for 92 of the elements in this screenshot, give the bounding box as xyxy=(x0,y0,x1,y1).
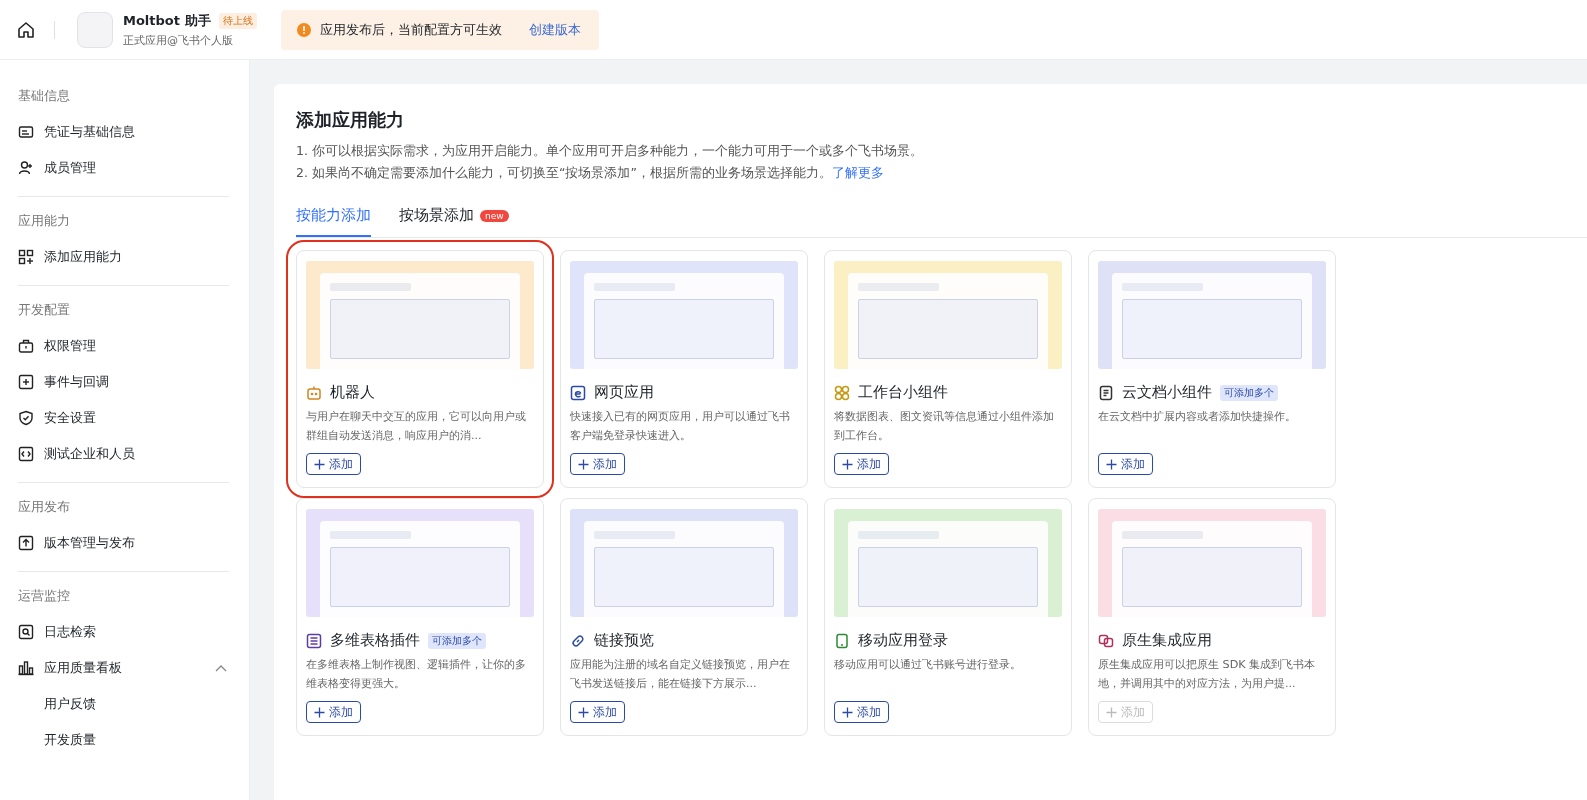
shield-icon xyxy=(18,410,34,426)
sidebar-item[interactable]: 凭证与基础信息 xyxy=(18,114,229,150)
sidebar-item[interactable]: 版本管理与发布 xyxy=(18,525,229,561)
search-icon xyxy=(18,624,34,640)
sidebar-item[interactable]: 事件与回调 xyxy=(18,364,229,400)
add-button[interactable]: 添加 xyxy=(570,453,625,475)
card-description: 在多维表格上制作视图、逻辑插件，让你的多维表格变得更强大。 xyxy=(306,657,527,692)
plus-icon xyxy=(1106,706,1117,718)
add-button[interactable]: 添加 xyxy=(306,701,361,723)
add-button[interactable]: 添加 xyxy=(570,701,625,723)
list-icon xyxy=(306,632,322,649)
card-description: 将数据图表、图文资讯等信息通过小组件添加到工作台。 xyxy=(834,409,1055,444)
app-logo-placeholder xyxy=(77,11,113,48)
window-stack-icon xyxy=(1098,632,1114,649)
card-description: 原生集成应用可以把原生 SDK 集成到飞书本地，并调用其中的对应方法，为用户提... xyxy=(1098,657,1317,692)
status-badge: 待上线 xyxy=(218,12,257,29)
sidebar-subitem[interactable]: 开发质量 xyxy=(18,722,229,758)
capability-card[interactable]: 工作台小组件 将数据图表、图文资讯等信息通过小组件添加到工作台。 添加 xyxy=(824,250,1072,488)
notice-text: 应用发布后，当前配置方可生效 xyxy=(319,20,502,39)
sidebar-item[interactable]: 添加应用能力 xyxy=(18,239,229,275)
card-description: 快速接入已有的网页应用，用户可以通过飞书客户端免登录快速进入。 xyxy=(570,409,791,444)
warning-icon xyxy=(296,22,311,37)
card-description: 与用户在聊天中交互的应用，它可以向用户或群组自动发送消息，响应用户的消... xyxy=(306,409,527,444)
add-button[interactable]: 添加 xyxy=(1098,453,1153,475)
tab[interactable]: 按能力添加 xyxy=(296,200,371,237)
plus-icon xyxy=(314,458,325,470)
sidebar-group-heading: 基础信息 xyxy=(18,87,71,105)
plus-icon xyxy=(314,706,325,718)
link-icon xyxy=(570,632,586,649)
sidebar-group-heading: 开发配置 xyxy=(18,301,71,319)
capability-card[interactable]: 云文档小组件 可添加多个 在云文档中扩展内容或者添加快捷操作。 添加 xyxy=(1088,250,1336,488)
phone-icon xyxy=(834,632,850,649)
sidebar-group-heading: 运营监控 xyxy=(18,587,71,605)
capability-card[interactable]: 链接预览 应用能为注册的域名自定义链接预览，用户在飞书发送链接后，能在链接下方展示... 添加 xyxy=(560,498,808,736)
sidebar-item[interactable]: 应用质量看板 xyxy=(18,650,229,686)
sidebar-item[interactable]: 日志检索 xyxy=(18,614,229,650)
card-title: 云文档小组件 xyxy=(1122,383,1212,402)
card-title: 移动应用登录 xyxy=(858,631,948,650)
tab[interactable]: 按场景添加 new xyxy=(399,200,509,237)
instruction-text: 1. 你可以根据实际需求，为应用开启能力。单个应用可开启多种能力，一个能力可用于一个或多个飞书场景。 xyxy=(296,142,924,160)
upload-icon xyxy=(18,535,34,551)
sidebar-group-heading: 应用能力 xyxy=(18,212,71,230)
sidebar-item[interactable]: 安全设置 xyxy=(18,400,229,436)
user-add-icon xyxy=(18,160,34,176)
card-title: 多维表格插件 xyxy=(330,631,420,650)
instruction-text: 2. 如果尚不确定需要添加什么能力，可切换至“按场景添加”，根据所需的业务场景选择能力。了解更多 xyxy=(296,164,885,182)
widget-grid-icon xyxy=(834,384,850,401)
card-title: 机器人 xyxy=(330,383,375,402)
add-button[interactable]: 添加 xyxy=(834,701,889,723)
code-icon xyxy=(18,446,34,462)
document-icon xyxy=(1098,384,1114,401)
page-title: 添加应用能力 xyxy=(296,108,405,132)
capability-card[interactable]: 网页应用 快速接入已有的网页应用，用户可以通过飞书客户端免登录快速进入。 添加 xyxy=(560,250,808,488)
briefcase-icon xyxy=(18,338,34,354)
capability-card[interactable]: 移动应用登录 移动应用可以通过飞书账号进行登录。 添加 xyxy=(824,498,1072,736)
plus-icon xyxy=(578,458,589,470)
card-description: 在云文档中扩展内容或者添加快捷操作。 xyxy=(1098,409,1297,425)
plus-icon xyxy=(578,706,589,718)
app-subtitle: 正式应用@飞书个人版 xyxy=(123,32,234,48)
home-icon[interactable] xyxy=(16,19,36,40)
grid-plus-icon xyxy=(18,249,34,265)
card-title: 链接预览 xyxy=(594,631,654,650)
bar-chart-icon xyxy=(18,660,34,676)
capability-card[interactable]: 多维表格插件 可添加多个 在多维表格上制作视图、逻辑插件，让你的多维表格变得更强大。 添加 xyxy=(296,498,544,736)
card-title: 工作台小组件 xyxy=(858,383,948,402)
chevron-icon[interactable] xyxy=(215,664,227,672)
sidebar-item[interactable]: 权限管理 xyxy=(18,328,229,364)
sidebar-item[interactable]: 成员管理 xyxy=(18,150,229,186)
card-title: 网页应用 xyxy=(594,383,654,402)
plus-icon xyxy=(842,458,853,470)
card-description: 应用能为注册的域名自定义链接预览，用户在飞书发送链接后，能在链接下方展示... xyxy=(570,657,791,692)
multi-add-badge: 可添加多个 xyxy=(428,632,486,649)
learn-more-link[interactable]: 了解更多 xyxy=(831,165,884,180)
card-title: 原生集成应用 xyxy=(1122,631,1212,650)
web-page-icon xyxy=(570,384,586,401)
card-description: 移动应用可以通过飞书账号进行登录。 xyxy=(834,657,1022,673)
tab-label[interactable]: 按能力添加 xyxy=(296,206,371,225)
add-button[interactable]: 添加 xyxy=(306,453,361,475)
add-button[interactable]: 添加 xyxy=(834,453,889,475)
id-card-icon xyxy=(18,124,34,140)
tab-label[interactable]: 按场景添加 xyxy=(399,206,474,225)
plus-square-icon xyxy=(18,374,34,390)
sidebar-group-heading: 应用发布 xyxy=(18,498,71,516)
plus-icon xyxy=(842,706,853,718)
plus-icon xyxy=(1106,458,1117,470)
new-badge: new xyxy=(480,209,509,222)
robot-icon xyxy=(306,384,322,401)
sidebar-item[interactable]: 测试企业和人员 xyxy=(18,436,229,472)
sidebar-subitem[interactable]: 用户反馈 xyxy=(18,686,229,722)
app-name: Moltbot 助手 xyxy=(123,11,211,30)
create-version-link[interactable]: 创建版本 xyxy=(528,20,581,39)
multi-add-badge: 可添加多个 xyxy=(1220,384,1278,401)
